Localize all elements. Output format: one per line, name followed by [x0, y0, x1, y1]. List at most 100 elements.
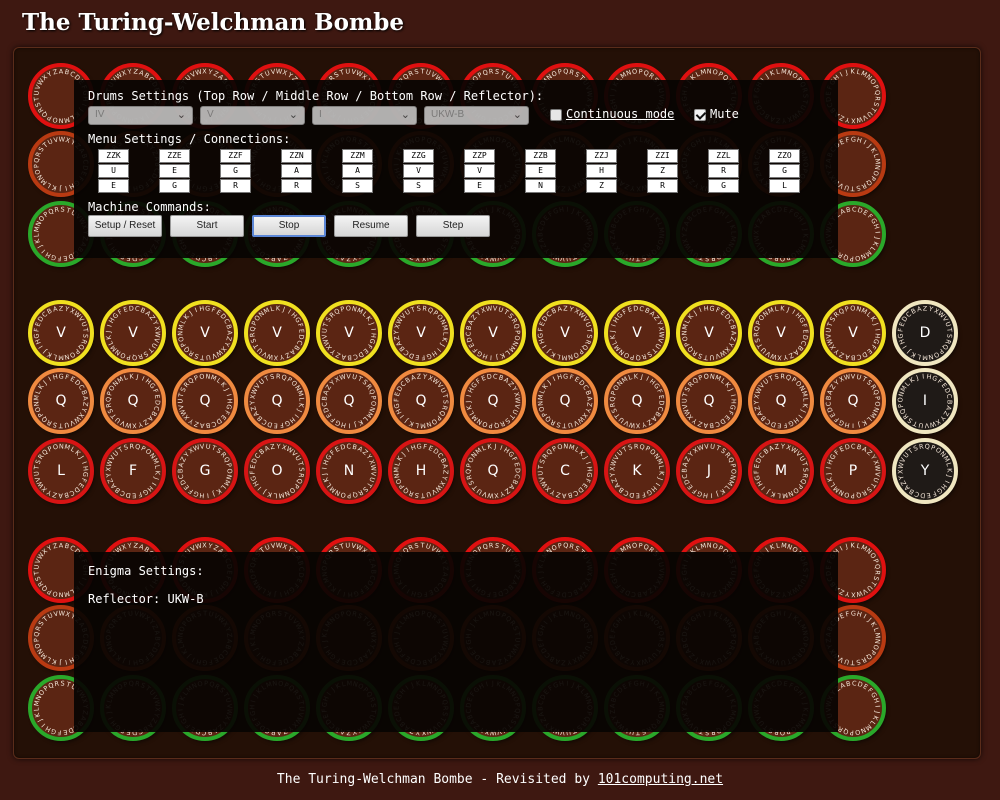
main-drum[interactable]: ZYXWVUTSRQPONMLKJIHGFEDCBAV: [28, 300, 94, 366]
menu-letter-cell[interactable]: Z: [586, 179, 617, 193]
menu-drum-id-cell[interactable]: ZZN: [281, 149, 312, 163]
main-drum[interactable]: ZYXWVUTSRQPONMLKJIHGFEDCBAV: [244, 300, 310, 366]
menu-drum-id-cell[interactable]: ZZB: [525, 149, 556, 163]
main-drum[interactable]: ZYXWVUTSRQPONMLKJIHGFEDCBAQ: [604, 368, 670, 434]
main-drum[interactable]: ZYXWVUTSRQPONMLKJIHGFEDCBAV: [100, 300, 166, 366]
main-drum[interactable]: ZYXWVUTSRQPONMLKJIHGFEDCBAV: [316, 300, 382, 366]
menu-letter-cell[interactable]: G: [220, 164, 251, 178]
menu-letter-cell[interactable]: E: [98, 179, 129, 193]
main-drum[interactable]: ZYXWVUTSRQPONMLKJIHGFEDCBAQ: [316, 368, 382, 434]
menu-letter-cell[interactable]: S: [403, 179, 434, 193]
start-button[interactable]: Start: [170, 215, 244, 237]
main-drum[interactable]: ZYXWVUTSRQPONMLKJIHGFEDCBAV: [748, 300, 814, 366]
main-drum[interactable]: ZYXWVUTSRQPONMLKJIHGFEDCBAQ: [820, 368, 886, 434]
menu-drum-id-cell[interactable]: ZZK: [98, 149, 129, 163]
top-row-select[interactable]: IV ⌄: [88, 106, 193, 125]
main-drum[interactable]: ZYXWVUTSRQPONMLKJIHGFEDCBAO: [244, 438, 310, 504]
step-button[interactable]: Step: [416, 215, 490, 237]
menu-letter-cell[interactable]: G: [159, 179, 190, 193]
menu-drum-id-cell[interactable]: ZZJ: [586, 149, 617, 163]
menu-letter-cell[interactable]: G: [708, 179, 739, 193]
main-drum[interactable]: ZYXWVUTSRQPONMLKJIHGFEDCBAM: [748, 438, 814, 504]
menu-letter-cell[interactable]: S: [342, 179, 373, 193]
menu-letter-cell[interactable]: E: [525, 164, 556, 178]
menu-letter-cell[interactable]: L: [769, 179, 800, 193]
main-drum[interactable]: ZYXWVUTSRQPONMLKJIHGFEDCBAQ: [748, 368, 814, 434]
menu-letter-cell[interactable]: A: [342, 164, 373, 178]
menu-column: ZZE E G: [159, 149, 190, 194]
menu-drum-id-cell[interactable]: ZZE: [159, 149, 190, 163]
menu-letter-cell[interactable]: V: [464, 164, 495, 178]
menu-letter-cell[interactable]: V: [403, 164, 434, 178]
menu-letter-cell[interactable]: A: [281, 164, 312, 178]
resume-button[interactable]: Resume: [334, 215, 408, 237]
reflector-drum[interactable]: ZYXWVUTSRQPONMLKJIHGFEDCBAY: [892, 438, 958, 504]
svg-text:T: T: [851, 658, 856, 666]
menu-letter-cell[interactable]: H: [586, 164, 617, 178]
mute-label[interactable]: Mute: [710, 107, 739, 121]
menu-letter-cell[interactable]: R: [647, 179, 678, 193]
menu-letter-cell[interactable]: R: [281, 179, 312, 193]
main-drum[interactable]: ZYXWVUTSRQPONMLKJIHGFEDCBAQ: [172, 368, 238, 434]
stop-button[interactable]: Stop: [252, 215, 326, 237]
svg-text:K: K: [850, 67, 855, 75]
main-drum[interactable]: ZYXWVUTSRQPONMLKJIHGFEDCBAQ: [676, 368, 742, 434]
menu-letter-cell[interactable]: E: [464, 179, 495, 193]
menu-drum-id-cell[interactable]: ZZM: [342, 149, 373, 163]
menu-letter-cell[interactable]: Z: [647, 164, 678, 178]
drum-letter: D: [919, 325, 931, 341]
main-drum[interactable]: ZYXWVUTSRQPONMLKJIHGFEDCBAN: [316, 438, 382, 504]
menu-drum-id-cell[interactable]: ZZF: [220, 149, 251, 163]
main-drum[interactable]: ZYXWVUTSRQPONMLKJIHGFEDCBAG: [172, 438, 238, 504]
reflector-drum[interactable]: ZYXWVUTSRQPONMLKJIHGFEDCBAI: [892, 368, 958, 434]
menu-column: ZZJ H Z: [586, 149, 617, 194]
reflector-drum[interactable]: ZYXWVUTSRQPONMLKJIHGFEDCBAD: [892, 300, 958, 366]
main-drum[interactable]: ZYXWVUTSRQPONMLKJIHGFEDCBAJ: [676, 438, 742, 504]
menu-letter-cell[interactable]: N: [525, 179, 556, 193]
menu-drum-id-cell[interactable]: ZZO: [769, 149, 800, 163]
menu-drum-id-cell[interactable]: ZZI: [647, 149, 678, 163]
chevron-down-icon: ⌄: [176, 109, 186, 121]
main-drum[interactable]: ZYXWVUTSRQPONMLKJIHGFEDCBAK: [604, 438, 670, 504]
main-drum[interactable]: ZYXWVUTSRQPONMLKJIHGFEDCBAQ: [388, 368, 454, 434]
setup-reset-button[interactable]: Setup / Reset: [88, 215, 162, 237]
main-drum[interactable]: ZYXWVUTSRQPONMLKJIHGFEDCBAV: [460, 300, 526, 366]
main-drum[interactable]: ZYXWVUTSRQPONMLKJIHGFEDCBAV: [532, 300, 598, 366]
svg-text:T: T: [851, 184, 856, 192]
reflector-select[interactable]: UKW-B ⌄: [424, 106, 529, 125]
main-drum[interactable]: ZYXWVUTSRQPONMLKJIHGFEDCBAV: [388, 300, 454, 366]
menu-letter-cell[interactable]: E: [159, 164, 190, 178]
mute-checkbox[interactable]: [694, 109, 706, 121]
main-drum[interactable]: ZYXWVUTSRQPONMLKJIHGFEDCBAV: [172, 300, 238, 366]
main-drum[interactable]: ZYXWVUTSRQPONMLKJIHGFEDCBAQ: [460, 438, 526, 504]
main-drum[interactable]: ZYXWVUTSRQPONMLKJIHGFEDCBAQ: [532, 368, 598, 434]
middle-row-select[interactable]: V ⌄: [200, 106, 305, 125]
menu-letter-cell[interactable]: G: [769, 164, 800, 178]
menu-letter-cell[interactable]: U: [98, 164, 129, 178]
svg-text:P: P: [32, 638, 40, 643]
main-drum[interactable]: ZYXWVUTSRQPONMLKJIHGFEDCBAQ: [28, 368, 94, 434]
main-drum[interactable]: ZYXWVUTSRQPONMLKJIHGFEDCBAF: [100, 438, 166, 504]
menu-letter-cell[interactable]: R: [708, 164, 739, 178]
footer-link[interactable]: 101computing.net: [598, 772, 723, 787]
main-drum[interactable]: ZYXWVUTSRQPONMLKJIHGFEDCBAH: [388, 438, 454, 504]
main-drum[interactable]: ZYXWVUTSRQPONMLKJIHGFEDCBAQ: [244, 368, 310, 434]
continuous-mode-checkbox[interactable]: [550, 109, 562, 121]
main-drum[interactable]: ZYXWVUTSRQPONMLKJIHGFEDCBAQ: [100, 368, 166, 434]
main-drum[interactable]: ZYXWVUTSRQPONMLKJIHGFEDCBAV: [676, 300, 742, 366]
main-drum[interactable]: ZYXWVUTSRQPONMLKJIHGFEDCBAL: [28, 438, 94, 504]
main-drum[interactable]: ZYXWVUTSRQPONMLKJIHGFEDCBAP: [820, 438, 886, 504]
menu-drum-id-cell[interactable]: ZZP: [464, 149, 495, 163]
main-drum[interactable]: ZYXWVUTSRQPONMLKJIHGFEDCBAQ: [460, 368, 526, 434]
menu-drum-id-cell[interactable]: ZZL: [708, 149, 739, 163]
menu-drum-id-cell[interactable]: ZZG: [403, 149, 434, 163]
menu-letter-cell[interactable]: R: [220, 179, 251, 193]
main-drum[interactable]: ZYXWVUTSRQPONMLKJIHGFEDCBAV: [820, 300, 886, 366]
main-drum[interactable]: ZYXWVUTSRQPONMLKJIHGFEDCBAC: [532, 438, 598, 504]
main-drum[interactable]: ZYXWVUTSRQPONMLKJIHGFEDCBAV: [604, 300, 670, 366]
bottom-row-select[interactable]: I ⌄: [312, 106, 417, 125]
continuous-mode-label[interactable]: Continuous mode: [566, 107, 674, 121]
svg-text:O: O: [33, 168, 42, 175]
drum-letter: Q: [775, 393, 787, 409]
svg-text:I: I: [862, 613, 868, 621]
